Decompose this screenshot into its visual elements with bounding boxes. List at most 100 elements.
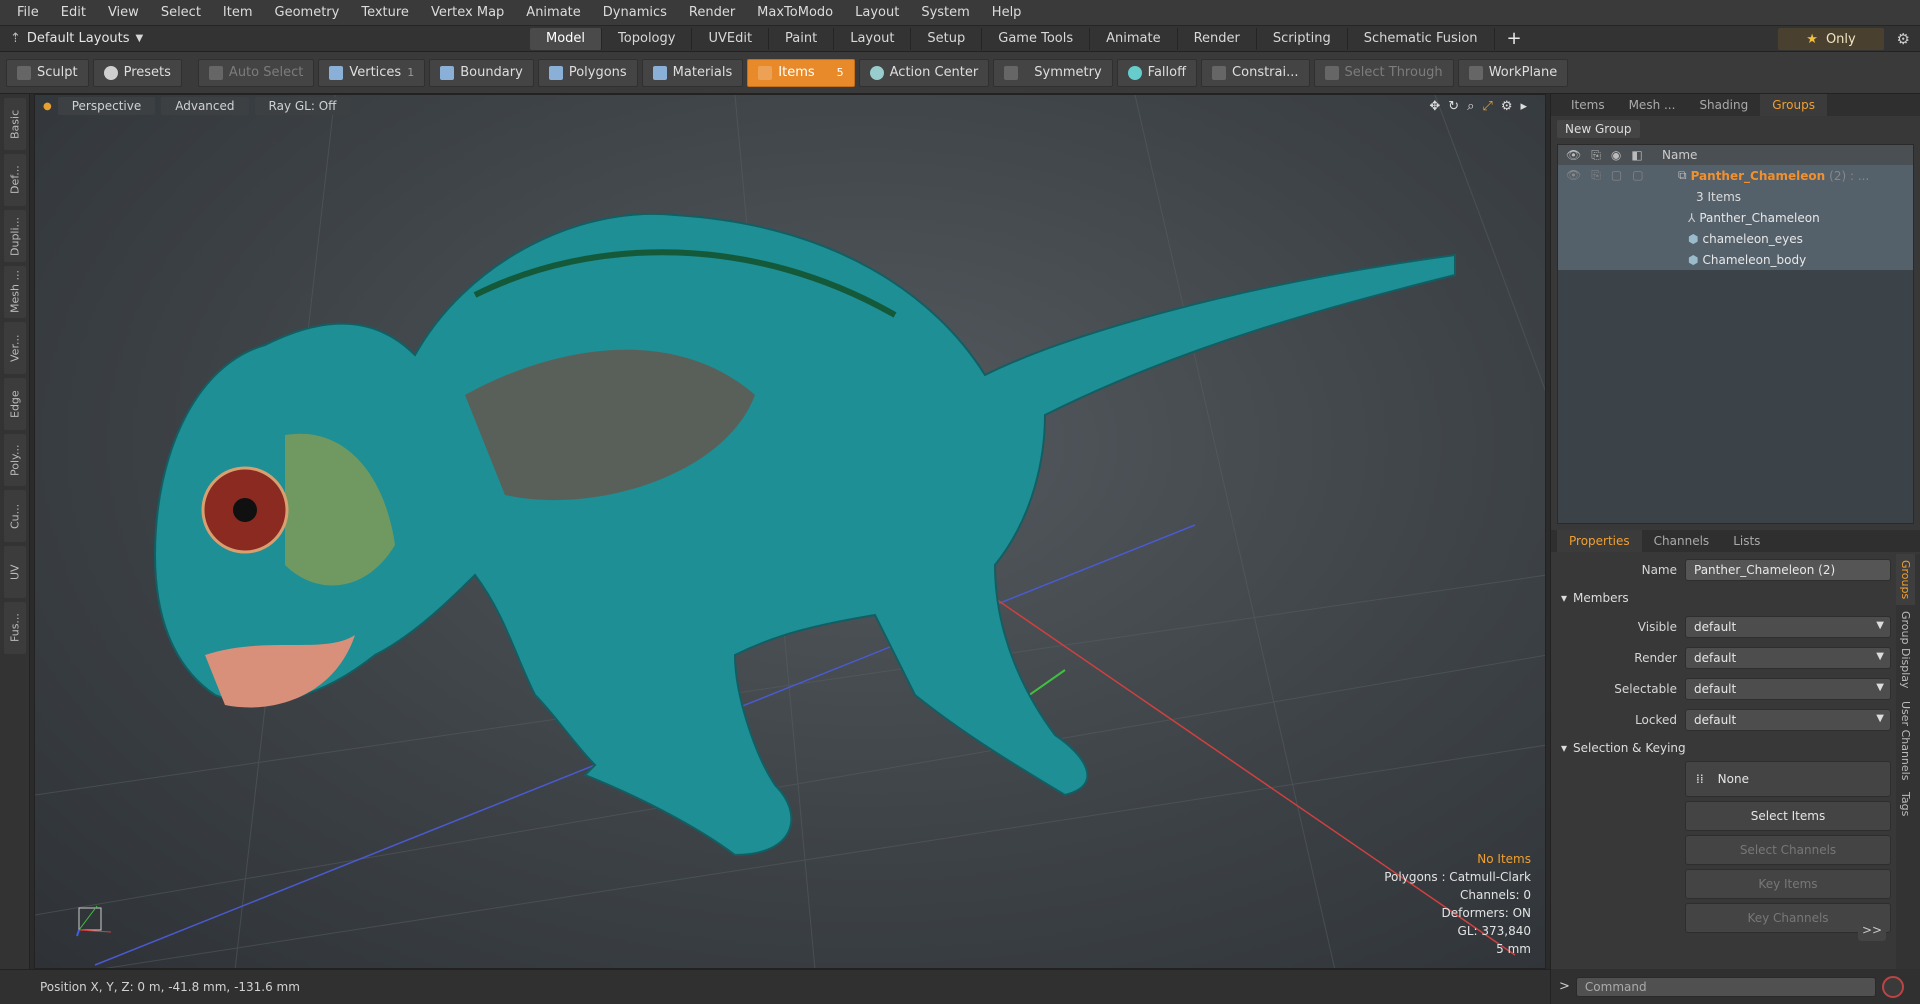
menu-item-vertex-map[interactable]: Vertex Map <box>420 5 515 20</box>
property-dropdown[interactable]: default ▼ <box>1685 708 1891 731</box>
left-tab[interactable]: Dupli... <box>4 210 26 262</box>
lock-icon[interactable]: ▢ <box>1611 168 1622 183</box>
left-tab[interactable]: Ver... <box>4 322 26 374</box>
move-view-icon[interactable]: ✥ <box>1429 99 1440 114</box>
auto-select-button[interactable]: Auto Select <box>197 58 315 87</box>
select-through-button[interactable]: Select Through <box>1313 58 1454 87</box>
list-item[interactable]: ⬢ Chameleon_body <box>1558 249 1913 270</box>
tab-topology[interactable]: Topology <box>602 27 693 50</box>
left-tab[interactable]: Basic <box>4 98 26 150</box>
menu-item-render[interactable]: Render <box>678 5 746 20</box>
chameleon-model[interactable] <box>95 212 1456 969</box>
only-button[interactable]: ★ Only <box>1778 28 1884 50</box>
tab-lists[interactable]: Lists <box>1721 530 1772 552</box>
tab-scripting[interactable]: Scripting <box>1257 27 1348 50</box>
render-icon[interactable]: ⎘ <box>1591 168 1601 183</box>
property-dropdown[interactable]: default ▼ <box>1685 646 1891 669</box>
side-tab-group-display[interactable]: Group Display <box>1896 605 1915 695</box>
tab-layout[interactable]: Layout <box>834 27 912 50</box>
vertices-button[interactable]: Vertices 1 <box>318 58 426 87</box>
constrain-button[interactable]: Constrai... <box>1201 58 1310 87</box>
tab-items[interactable]: Items <box>1559 94 1617 116</box>
side-tab-tags[interactable]: Tags <box>1896 786 1915 822</box>
workplane-button[interactable]: WorkPlane <box>1457 58 1569 87</box>
materials-button[interactable]: Materials <box>641 58 744 87</box>
key-items-button[interactable]: Key Items <box>1685 869 1891 899</box>
menu-item-texture[interactable]: Texture <box>350 5 420 20</box>
menu-item-file[interactable]: File <box>6 5 50 20</box>
tab-model[interactable]: Model <box>530 27 603 50</box>
rotate-view-icon[interactable]: ↻ <box>1448 99 1459 114</box>
fit-view-icon[interactable]: ⤢ <box>1482 99 1492 114</box>
viewport-gear-icon[interactable]: ⚙ <box>1501 99 1513 114</box>
command-input[interactable]: Command <box>1575 976 1876 997</box>
raygl-dropdown[interactable]: Ray GL: Off <box>254 97 351 115</box>
tab-setup[interactable]: Setup <box>911 27 983 50</box>
tab-uvedit[interactable]: UVEdit <box>692 27 770 50</box>
eye-icon[interactable]: 👁 <box>1566 168 1581 183</box>
menu-item-edit[interactable]: Edit <box>50 5 97 20</box>
menu-item-item[interactable]: Item <box>212 5 264 20</box>
tab-channels[interactable]: Channels <box>1642 530 1722 552</box>
menu-item-dynamics[interactable]: Dynamics <box>592 5 678 20</box>
tab-schematic-fusion[interactable]: Schematic Fusion <box>1348 27 1495 50</box>
gear-icon[interactable]: ⚙ <box>1897 30 1910 48</box>
tab-properties[interactable]: Properties <box>1557 530 1642 552</box>
sculpt-button[interactable]: Sculpt <box>6 58 89 87</box>
zoom-view-icon[interactable]: ⌕ <box>1467 99 1474 114</box>
select-icon[interactable]: ▢ <box>1632 168 1643 183</box>
select-items-button[interactable]: Select Items <box>1685 801 1891 831</box>
menu-item-animate[interactable]: Animate <box>515 5 591 20</box>
menu-item-geometry[interactable]: Geometry <box>264 5 351 20</box>
name-field[interactable]: Panther_Chameleon (2) <box>1685 558 1891 581</box>
left-tab[interactable]: UV <box>4 546 26 598</box>
perspective-dropdown[interactable]: Perspective <box>57 97 156 115</box>
left-tab[interactable]: Edge <box>4 378 26 430</box>
left-tab[interactable]: Cu... <box>4 490 26 542</box>
tab-mesh[interactable]: Mesh ... <box>1617 94 1688 116</box>
menu-item-help[interactable]: Help <box>981 5 1033 20</box>
items-button[interactable]: Items 5 <box>747 58 855 87</box>
render-icon[interactable]: ⎘ <box>1591 148 1601 163</box>
select-icon[interactable]: ◧ <box>1631 148 1642 163</box>
layouts-dropdown[interactable]: ⇡ Default Layouts ▼ <box>0 31 530 46</box>
lock-icon[interactable]: ◉ <box>1611 148 1621 163</box>
members-section[interactable]: ▾ Members <box>1551 585 1891 611</box>
left-tab[interactable]: Fus... <box>4 602 26 654</box>
menu-item-maxtomodo[interactable]: MaxToModo <box>746 5 844 20</box>
none-button[interactable]: ⁞⁞ None <box>1685 761 1891 797</box>
tab-animate[interactable]: Animate <box>1090 27 1178 50</box>
action-center-button[interactable]: Action Center <box>858 58 990 87</box>
selection-keying-section[interactable]: ▾ Selection & Keying <box>1551 735 1891 761</box>
polygons-button[interactable]: Polygons <box>537 58 638 87</box>
left-tab[interactable]: Def... <box>4 154 26 206</box>
select-channels-button[interactable]: Select Channels <box>1685 835 1891 865</box>
tab-paint[interactable]: Paint <box>769 27 835 50</box>
group-row[interactable]: 👁 ⎘ ▢ ▢ ⧉ Panther_Chameleon (2) : ... <box>1558 165 1913 186</box>
boundary-button[interactable]: Boundary <box>429 58 534 87</box>
3d-viewport[interactable]: ● Perspective Advanced Ray GL: Off ✥ ↻ ⌕… <box>34 94 1546 969</box>
more-button[interactable]: >> <box>1858 919 1886 941</box>
left-tab[interactable]: Poly... <box>4 434 26 486</box>
left-tab[interactable]: Mesh ... <box>4 266 26 318</box>
property-dropdown[interactable]: default ▼ <box>1685 615 1891 638</box>
menu-item-layout[interactable]: Layout <box>844 5 910 20</box>
tab-game-tools[interactable]: Game Tools <box>982 27 1091 50</box>
property-dropdown[interactable]: default ▼ <box>1685 677 1891 700</box>
side-tab-groups[interactable]: Groups <box>1896 554 1915 606</box>
viewport-more-icon[interactable]: ▸ <box>1520 99 1527 114</box>
side-tab-user-channels[interactable]: User Channels <box>1896 695 1915 786</box>
falloff-button[interactable]: Falloff <box>1116 58 1198 87</box>
list-item[interactable]: ⬢ chameleon_eyes <box>1558 228 1913 249</box>
new-group-button[interactable]: New Group <box>1557 120 1640 138</box>
list-item[interactable]: ⅄ Panther_Chameleon <box>1558 207 1913 228</box>
eye-icon[interactable]: 👁 <box>1566 148 1581 163</box>
menu-item-system[interactable]: System <box>910 5 980 20</box>
symmetry-button[interactable]: Symmetry <box>993 58 1113 87</box>
menu-item-select[interactable]: Select <box>150 5 212 20</box>
record-button[interactable] <box>1881 975 1904 998</box>
tab-groups[interactable]: Groups <box>1760 94 1827 116</box>
presets-button[interactable]: Presets <box>92 58 182 87</box>
tab-render[interactable]: Render <box>1178 27 1257 50</box>
advanced-dropdown[interactable]: Advanced <box>161 97 249 115</box>
